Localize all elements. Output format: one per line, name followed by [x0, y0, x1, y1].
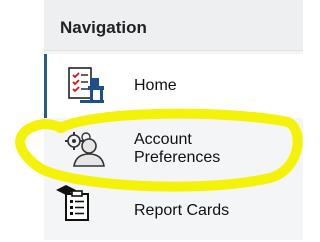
navigation-title: Navigation	[60, 18, 147, 37]
nav-item-home[interactable]: Home	[44, 54, 303, 118]
label-line-1: Account	[134, 131, 192, 148]
nav-item-account-preferences-label: Account Preferences	[134, 131, 220, 167]
nav-item-account-preferences[interactable]: Account Preferences	[44, 120, 303, 184]
checklist-desk-icon	[68, 67, 104, 103]
navigation-header: Navigation	[44, 0, 303, 51]
active-indicator	[44, 54, 47, 118]
user-gears-icon	[65, 132, 105, 167]
nav-item-report-cards[interactable]: Report Cards	[44, 178, 303, 242]
nav-item-report-cards-label: Report Cards	[134, 202, 230, 219]
navigation-panel: Navigation Home Account Preferences Repo…	[44, 0, 303, 240]
label-line-2: Preferences	[134, 149, 221, 166]
graduation-report-icon	[56, 185, 89, 221]
nav-item-home-label: Home	[134, 77, 177, 94]
